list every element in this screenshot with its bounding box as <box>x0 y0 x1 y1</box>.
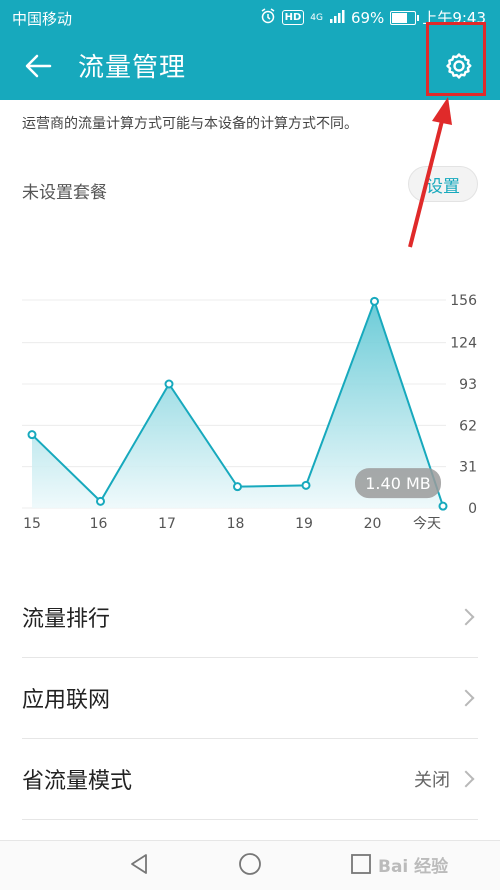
x-axis-ticks: 15 16 17 18 19 20 今天 <box>23 516 441 532</box>
alarm-icon <box>260 7 276 28</box>
annotation-arrow <box>408 97 452 248</box>
list-item-traffic-ranking[interactable]: 流量排行 <box>22 577 478 658</box>
nav-back-icon <box>128 853 150 879</box>
nav-home-icon <box>238 852 262 880</box>
data-point <box>96 496 105 506</box>
watermark: Bai 经验 <box>378 857 449 877</box>
list-item-data-saver[interactable]: 省流量模式 关闭 <box>22 739 478 820</box>
signal-icon <box>329 9 345 27</box>
nav-home-button[interactable] <box>235 851 265 881</box>
data-point <box>164 379 174 389</box>
list-item-label: 应用联网 <box>22 688 111 713</box>
data-point <box>233 482 242 492</box>
x-tick-label: 今天 <box>413 516 441 532</box>
x-tick-label: 20 <box>364 516 382 532</box>
carrier-label: 中国移动 <box>12 10 73 28</box>
y-tick-label: 124 <box>450 336 477 352</box>
carrier-notice: 运营商的流量计算方式可能与本设备的计算方式不同。 <box>22 116 358 132</box>
battery-fill <box>392 12 408 23</box>
tooltip: 1.40 MB <box>355 468 441 499</box>
y-tick-label: 62 <box>459 418 477 434</box>
list-item-label: 省流量模式 <box>22 769 133 794</box>
network-type: 4G <box>310 12 323 23</box>
y-tick-label: 156 <box>450 293 477 309</box>
y-tick-label: 0 <box>468 501 477 517</box>
x-tick-label: 17 <box>158 516 176 532</box>
data-point <box>301 480 311 490</box>
battery-percent: 69% <box>350 8 385 27</box>
nav-recents-icon <box>350 853 372 879</box>
highlight-box <box>426 22 486 96</box>
y-tick-label: 93 <box>459 377 477 393</box>
back-arrow-icon <box>24 54 52 82</box>
x-tick-label: 15 <box>23 516 41 532</box>
chevron-right-icon <box>457 608 475 626</box>
back-button[interactable] <box>20 50 56 86</box>
app-header: 流量管理 <box>0 36 500 100</box>
hd-badge: HD <box>281 10 305 25</box>
nav-back-button[interactable] <box>124 851 154 881</box>
status-bar: 中国移动 HD 4G 69% 上午9:43 <box>0 0 500 36</box>
x-tick-label: 19 <box>295 516 313 532</box>
data-saver-status: 关闭 <box>414 770 450 791</box>
tooltip-value: 1.40 MB <box>365 474 431 493</box>
chevron-right-icon <box>457 689 475 707</box>
data-point <box>27 430 37 440</box>
list-item-app-networking[interactable]: 应用联网 <box>22 658 478 739</box>
data-point <box>438 501 448 511</box>
x-tick-label: 18 <box>227 516 245 532</box>
usage-chart: 0 31 62 93 124 156 15 16 17 18 19 20 今天 1.40 MB <box>22 293 477 532</box>
settings-list: 流量排行 应用联网 省流量模式 关闭 <box>0 577 500 820</box>
y-axis-ticks: 0 31 62 93 124 156 <box>450 293 477 517</box>
list-item-label: 流量排行 <box>22 607 111 632</box>
x-tick-label: 16 <box>90 516 108 532</box>
y-tick-label: 31 <box>459 460 477 476</box>
data-point <box>370 296 379 306</box>
page-title: 流量管理 <box>78 53 187 83</box>
nav-recents-button[interactable] <box>346 851 376 881</box>
battery-icon <box>390 10 420 25</box>
chevron-right-icon <box>457 770 475 788</box>
plan-label: 未设置套餐 <box>22 183 107 203</box>
